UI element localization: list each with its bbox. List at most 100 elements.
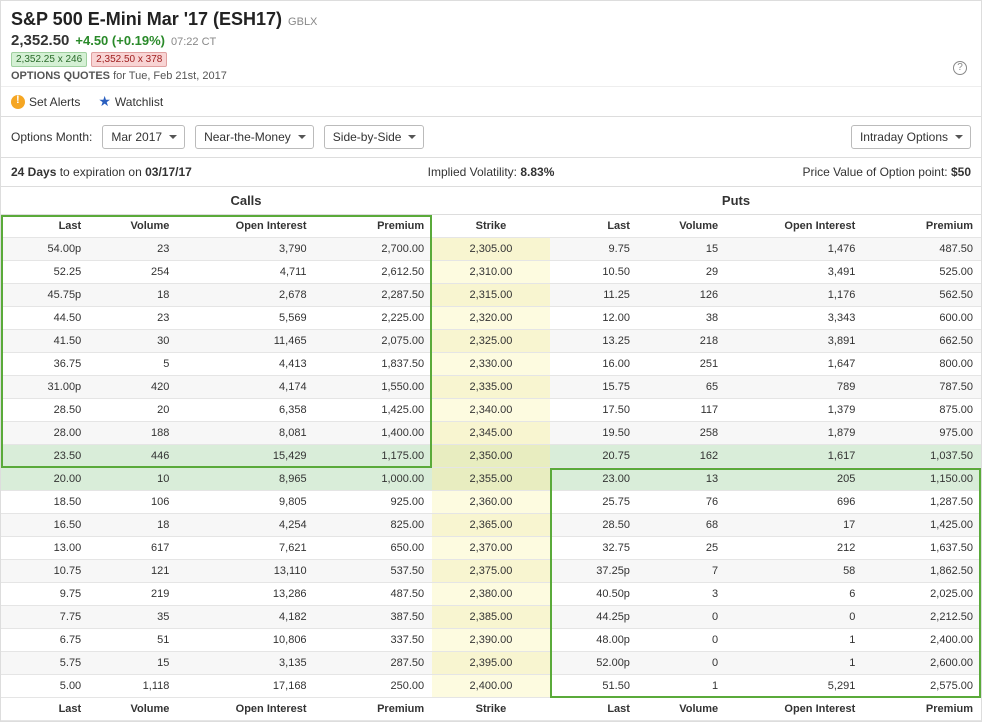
cell-put-oi: 1,476 bbox=[726, 238, 863, 261]
cell-call-volume: 23 bbox=[89, 307, 177, 330]
cell-put-volume: 1 bbox=[638, 675, 726, 698]
price-value-point: Price Value of Option point: $50 bbox=[651, 165, 971, 179]
table-row[interactable]: 6.755110,806337.502,390.0048.00p012,400.… bbox=[1, 629, 981, 652]
cell-call-last: 9.75 bbox=[1, 583, 89, 606]
table-row[interactable]: 45.75p182,6782,287.502,315.0011.251261,1… bbox=[1, 284, 981, 307]
col-call-oi[interactable]: Open Interest bbox=[177, 215, 314, 238]
cell-strike: 2,330.00 bbox=[432, 353, 550, 376]
col-put-volume[interactable]: Volume bbox=[638, 215, 726, 238]
table-row[interactable]: 10.7512113,110537.502,375.0037.25p7581,8… bbox=[1, 560, 981, 583]
cell-call-premium: 650.00 bbox=[315, 537, 433, 560]
cell-call-premium: 1,425.00 bbox=[315, 399, 433, 422]
table-row[interactable]: 44.50235,5692,225.002,320.0012.00383,343… bbox=[1, 307, 981, 330]
cell-put-volume: 68 bbox=[638, 514, 726, 537]
watchlist-button[interactable]: ★ Watchlist bbox=[98, 93, 163, 110]
cell-strike: 2,305.00 bbox=[432, 238, 550, 261]
view-select[interactable]: Side-by-Side bbox=[324, 125, 425, 149]
cell-call-premium: 1,550.00 bbox=[315, 376, 433, 399]
cell-strike: 2,325.00 bbox=[432, 330, 550, 353]
bid-badge: 2,352.25 x 246 bbox=[11, 52, 87, 67]
cell-put-oi: 1,176 bbox=[726, 284, 863, 307]
cell-put-last: 32.75 bbox=[550, 537, 638, 560]
cell-call-last: 6.75 bbox=[1, 629, 89, 652]
cell-call-oi: 13,110 bbox=[177, 560, 314, 583]
cell-put-oi: 205 bbox=[726, 468, 863, 491]
cell-call-premium: 1,837.50 bbox=[315, 353, 433, 376]
cell-strike: 2,385.00 bbox=[432, 606, 550, 629]
table-row[interactable]: 23.5044615,4291,175.002,350.0020.751621,… bbox=[1, 445, 981, 468]
exchange-code: GBLX bbox=[288, 16, 317, 28]
table-row[interactable]: 7.75354,182387.502,385.0044.25p002,212.5… bbox=[1, 606, 981, 629]
cell-call-volume: 1,118 bbox=[89, 675, 177, 698]
cell-put-premium: 787.50 bbox=[863, 376, 981, 399]
cell-put-last: 40.50p bbox=[550, 583, 638, 606]
table-row[interactable]: 5.001,11817,168250.002,400.0051.5015,291… bbox=[1, 675, 981, 698]
table-row[interactable]: 28.50206,3581,425.002,340.0017.501171,37… bbox=[1, 399, 981, 422]
cell-strike: 2,390.00 bbox=[432, 629, 550, 652]
cell-put-premium: 487.50 bbox=[863, 238, 981, 261]
table-row[interactable]: 20.00108,9651,000.002,355.0023.00132051,… bbox=[1, 468, 981, 491]
table-row[interactable]: 54.00p233,7902,700.002,305.009.75151,476… bbox=[1, 238, 981, 261]
cell-call-premium: 250.00 bbox=[315, 675, 433, 698]
cell-call-volume: 617 bbox=[89, 537, 177, 560]
cell-put-last: 11.25 bbox=[550, 284, 638, 307]
expiration-info: 24 Days to expiration on 03/17/17 bbox=[11, 165, 331, 179]
cell-call-volume: 219 bbox=[89, 583, 177, 606]
quotes-subtitle: OPTIONS QUOTES for Tue, Feb 21st, 2017 bbox=[11, 70, 971, 82]
table-row[interactable]: 13.006177,621650.002,370.0032.75252121,6… bbox=[1, 537, 981, 560]
cell-call-premium: 287.50 bbox=[315, 652, 433, 675]
help-icon[interactable]: ? bbox=[953, 61, 967, 75]
table-row[interactable]: 41.503011,4652,075.002,325.0013.252183,8… bbox=[1, 330, 981, 353]
cell-call-premium: 2,612.50 bbox=[315, 261, 433, 284]
moneyness-select[interactable]: Near-the-Money bbox=[195, 125, 314, 149]
cell-call-volume: 10 bbox=[89, 468, 177, 491]
table-row[interactable]: 18.501069,805925.002,360.0025.75766961,2… bbox=[1, 491, 981, 514]
ask-badge: 2,352.50 x 378 bbox=[91, 52, 167, 67]
intraday-select[interactable]: Intraday Options bbox=[851, 125, 971, 149]
options-month-select[interactable]: Mar 2017 bbox=[102, 125, 185, 149]
cell-put-premium: 1,637.50 bbox=[863, 537, 981, 560]
cell-strike: 2,315.00 bbox=[432, 284, 550, 307]
col-put-premium[interactable]: Premium bbox=[863, 215, 981, 238]
col-call-volume[interactable]: Volume bbox=[89, 215, 177, 238]
col-put-oi[interactable]: Open Interest bbox=[726, 215, 863, 238]
cell-strike: 2,380.00 bbox=[432, 583, 550, 606]
cell-put-oi: 1,647 bbox=[726, 353, 863, 376]
cell-put-oi: 1,617 bbox=[726, 445, 863, 468]
cell-call-last: 28.00 bbox=[1, 422, 89, 445]
cell-call-oi: 15,429 bbox=[177, 445, 314, 468]
cell-call-premium: 487.50 bbox=[315, 583, 433, 606]
table-row[interactable]: 5.75153,135287.502,395.0052.00p012,600.0… bbox=[1, 652, 981, 675]
col-put-last[interactable]: Last bbox=[550, 215, 638, 238]
set-alerts-button[interactable]: Set Alerts bbox=[11, 93, 80, 110]
alert-icon bbox=[11, 95, 25, 109]
table-row[interactable]: 52.252544,7112,612.502,310.0010.50293,49… bbox=[1, 261, 981, 284]
cell-put-premium: 562.50 bbox=[863, 284, 981, 307]
cell-put-oi: 1,879 bbox=[726, 422, 863, 445]
table-row[interactable]: 28.001888,0811,400.002,345.0019.502581,8… bbox=[1, 422, 981, 445]
cell-put-last: 51.50 bbox=[550, 675, 638, 698]
cell-put-premium: 662.50 bbox=[863, 330, 981, 353]
cell-call-oi: 10,806 bbox=[177, 629, 314, 652]
table-row[interactable]: 36.7554,4131,837.502,330.0016.002511,647… bbox=[1, 353, 981, 376]
cell-put-premium: 975.00 bbox=[863, 422, 981, 445]
col-call-premium[interactable]: Premium bbox=[315, 215, 433, 238]
col-call-last[interactable]: Last bbox=[1, 215, 89, 238]
cell-put-oi: 5,291 bbox=[726, 675, 863, 698]
cell-call-oi: 4,174 bbox=[177, 376, 314, 399]
cell-put-volume: 218 bbox=[638, 330, 726, 353]
table-row[interactable]: 9.7521913,286487.502,380.0040.50p362,025… bbox=[1, 583, 981, 606]
cell-put-volume: 15 bbox=[638, 238, 726, 261]
table-row[interactable]: 16.50184,254825.002,365.0028.5068171,425… bbox=[1, 514, 981, 537]
col-strike[interactable]: Strike bbox=[432, 215, 550, 238]
cell-put-premium: 2,600.00 bbox=[863, 652, 981, 675]
cell-call-last: 44.50 bbox=[1, 307, 89, 330]
table-row[interactable]: 31.00p4204,1741,550.002,335.0015.7565789… bbox=[1, 376, 981, 399]
cell-put-last: 25.75 bbox=[550, 491, 638, 514]
cell-strike: 2,345.00 bbox=[432, 422, 550, 445]
cell-strike: 2,310.00 bbox=[432, 261, 550, 284]
cell-call-last: 13.00 bbox=[1, 537, 89, 560]
cell-put-volume: 25 bbox=[638, 537, 726, 560]
cell-strike: 2,375.00 bbox=[432, 560, 550, 583]
cell-call-oi: 4,413 bbox=[177, 353, 314, 376]
